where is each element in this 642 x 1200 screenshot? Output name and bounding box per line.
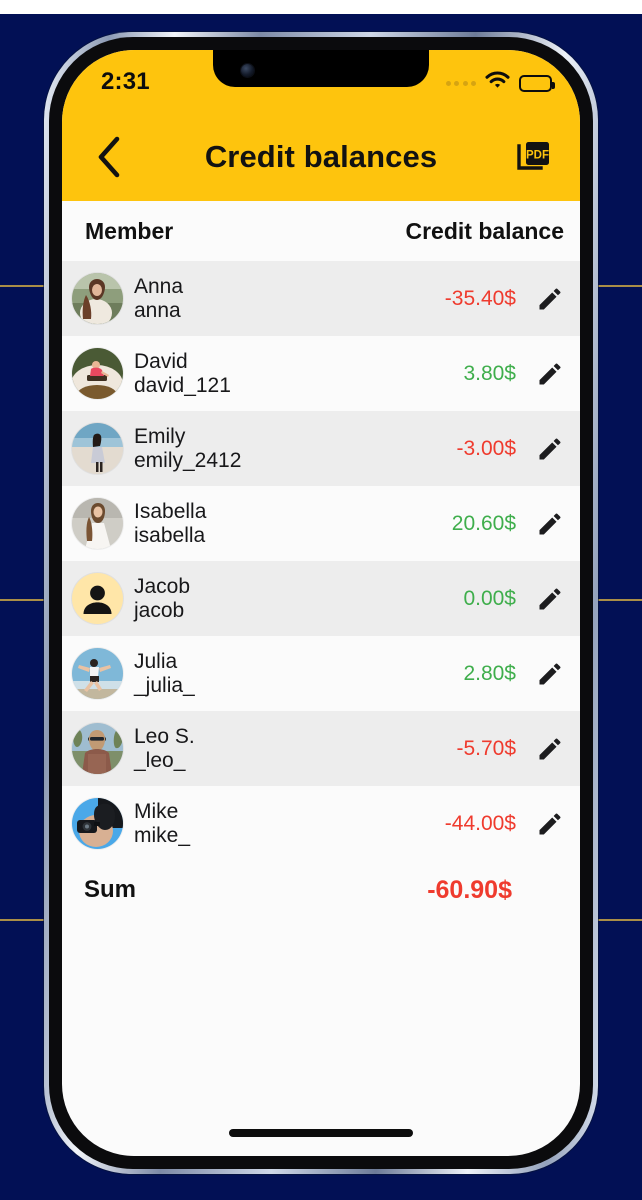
app-header: 2:31 Credit balances PDF [62,50,580,201]
member-name: Mike [134,799,179,823]
table-row[interactable]: Isabella isabella 20.60$ [62,486,580,561]
edit-balance-button[interactable] [532,581,568,617]
top-white-strip [0,0,642,14]
column-header-member: Member [85,217,174,244]
member-names: Mike mike_ [134,800,190,847]
member-balance: -3.00$ [456,436,516,460]
status-bar-time: 2:31 [101,68,150,95]
back-button[interactable] [85,133,133,181]
front-camera-icon [241,64,254,77]
table-row[interactable]: David david_121 3.80$ [62,336,580,411]
phone-bezel: 2:31 Credit balances PDF Member Credit b… [49,37,593,1169]
phone-screen: 2:31 Credit balances PDF Member Credit b… [62,50,580,1156]
member-name: Leo S. [134,724,195,748]
nav-bar: Credit balances PDF [62,112,580,201]
member-name: Julia [134,649,178,673]
summary-row: Sum -60.90$ [62,860,580,920]
member-balance: -5.70$ [456,736,516,760]
chevron-left-icon [98,136,120,177]
member-handle: david_121 [134,373,231,397]
avatar [72,723,123,774]
table-row[interactable]: Anna anna -35.40$ [62,261,580,336]
avatar [72,648,123,699]
member-name: Anna [134,274,184,298]
edit-balance-button[interactable] [532,356,568,392]
edit-balance-button[interactable] [532,731,568,767]
summary-label: Sum [84,876,137,903]
avatar [72,498,123,549]
avatar [72,423,123,474]
member-balance: -44.00$ [444,811,516,835]
member-handle: _julia_ [134,673,195,697]
pencil-edit-icon [539,738,561,759]
table-row[interactable]: Jacob jacob 0.00$ [62,561,580,636]
phone-device-frame: 2:31 Credit balances PDF Member Credit b… [44,32,598,1174]
avatar [72,273,123,324]
table-row[interactable]: Julia _julia_ 2.80$ [62,636,580,711]
member-handle: mike_ [134,823,191,847]
member-names: Julia _julia_ [134,650,195,697]
wifi-icon [485,71,510,95]
member-names: Isabella isabella [134,500,206,547]
table-header-row: Member Credit balance [62,201,580,261]
pencil-edit-icon [539,588,561,609]
member-names: Emily emily_2412 [134,425,241,472]
pencil-edit-icon [539,288,561,309]
edit-balance-button[interactable] [532,431,568,467]
device-notch [213,50,429,87]
avatar [72,798,123,849]
status-bar-indicators [445,71,555,95]
table-row[interactable]: Emily emily_2412 -3.00$ [62,411,580,486]
member-balance: 0.00$ [463,586,516,610]
pencil-edit-icon [539,813,561,834]
member-names: Jacob jacob [134,575,190,622]
signal-dots-icon [445,80,476,86]
edit-balance-button[interactable] [532,656,568,692]
svg-text:PDF: PDF [526,149,549,161]
member-balance: 3.80$ [463,361,516,385]
member-handle: jacob [134,598,185,622]
table-row[interactable]: Mike mike_ -44.00$ [62,786,580,861]
edit-balance-button[interactable] [532,806,568,842]
member-balance: 20.60$ [451,511,516,535]
battery-full-icon [519,74,555,92]
member-handle: emily_2412 [134,448,242,472]
placeholder-person-icon [72,573,123,624]
member-name: David [134,349,188,373]
page-title: Credit balances [204,138,438,174]
member-name: Emily [134,424,186,448]
member-names: Leo S. _leo_ [134,725,195,772]
member-name: Jacob [134,574,191,598]
member-handle: _leo_ [134,748,186,772]
edit-balance-button[interactable] [532,281,568,317]
edit-balance-button[interactable] [532,506,568,542]
member-names: David david_121 [134,350,231,397]
export-pdf-button[interactable]: PDF [510,133,558,181]
member-handle: isabella [134,523,206,547]
member-balance: 2.80$ [463,661,516,685]
member-name: Isabella [134,499,207,523]
pencil-edit-icon [539,663,561,684]
member-handle: anna [134,298,181,322]
home-indicator[interactable] [229,1129,413,1137]
avatar [72,348,123,399]
summary-value: -60.90$ [427,875,512,904]
table-row[interactable]: Leo S. _leo_ -5.70$ [62,711,580,786]
pencil-edit-icon [539,363,561,384]
pencil-edit-icon [539,438,561,459]
pdf-export-icon: PDF [517,141,549,170]
member-balance: -35.40$ [444,286,516,310]
member-list: Anna anna -35.40$ David david_121 3.80$ … [62,261,580,861]
member-names: Anna anna [134,275,183,322]
pencil-edit-icon [539,513,561,534]
avatar [72,573,123,624]
column-header-balance: Credit balance [405,217,565,244]
